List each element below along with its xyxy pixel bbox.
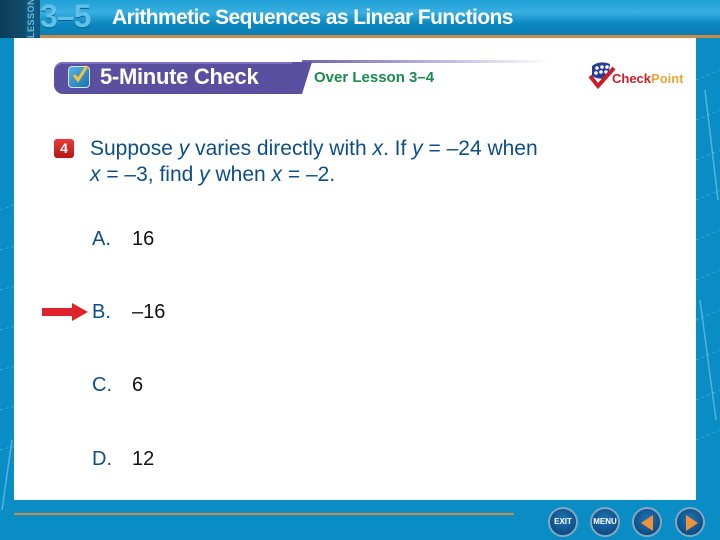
answer-letter: D. — [92, 448, 112, 470]
next-arrow-icon — [686, 515, 698, 531]
answer-value: 12 — [132, 448, 155, 470]
question-number-badge: 4 — [54, 139, 74, 158]
correct-answer-arrow-icon — [42, 303, 88, 321]
answer-letter: C. — [92, 374, 112, 396]
exit-button[interactable]: EXIT — [548, 507, 578, 537]
previous-arrow-icon — [641, 515, 653, 531]
answer-value: –16 — [132, 301, 166, 323]
left-border-band — [0, 38, 14, 500]
previous-button[interactable] — [632, 507, 662, 537]
answer-value: 16 — [132, 228, 155, 250]
answer-option-d[interactable]: D. 12 — [92, 448, 154, 471]
checkbox-icon — [68, 65, 90, 88]
lesson-title: Arithmetic Sequences as Linear Functions — [112, 6, 513, 29]
lesson-number: 3–5 — [40, 0, 91, 34]
checkpoint-logo-text: CheckPoint — [612, 71, 684, 86]
answer-option-b[interactable]: B. –16 — [92, 301, 165, 324]
answer-letter: A. — [92, 228, 111, 250]
next-button[interactable] — [675, 507, 705, 537]
lesson-word: LESSON — [26, 0, 36, 38]
over-lesson-label: Over Lesson 3–4 — [314, 69, 435, 86]
slide-content-area — [14, 38, 696, 500]
check-bar-underline — [302, 60, 552, 63]
menu-button[interactable]: MENU — [590, 507, 620, 537]
answer-option-a[interactable]: A. 16 — [92, 228, 154, 251]
answer-option-c[interactable]: C. 6 — [92, 374, 143, 397]
question-text: Suppose y varies directly with x. If y =… — [90, 137, 538, 186]
answer-value: 6 — [132, 374, 144, 396]
five-minute-check-label: 5-Minute Check — [100, 64, 259, 89]
right-border-band — [696, 38, 720, 500]
answer-letter: B. — [92, 301, 111, 323]
